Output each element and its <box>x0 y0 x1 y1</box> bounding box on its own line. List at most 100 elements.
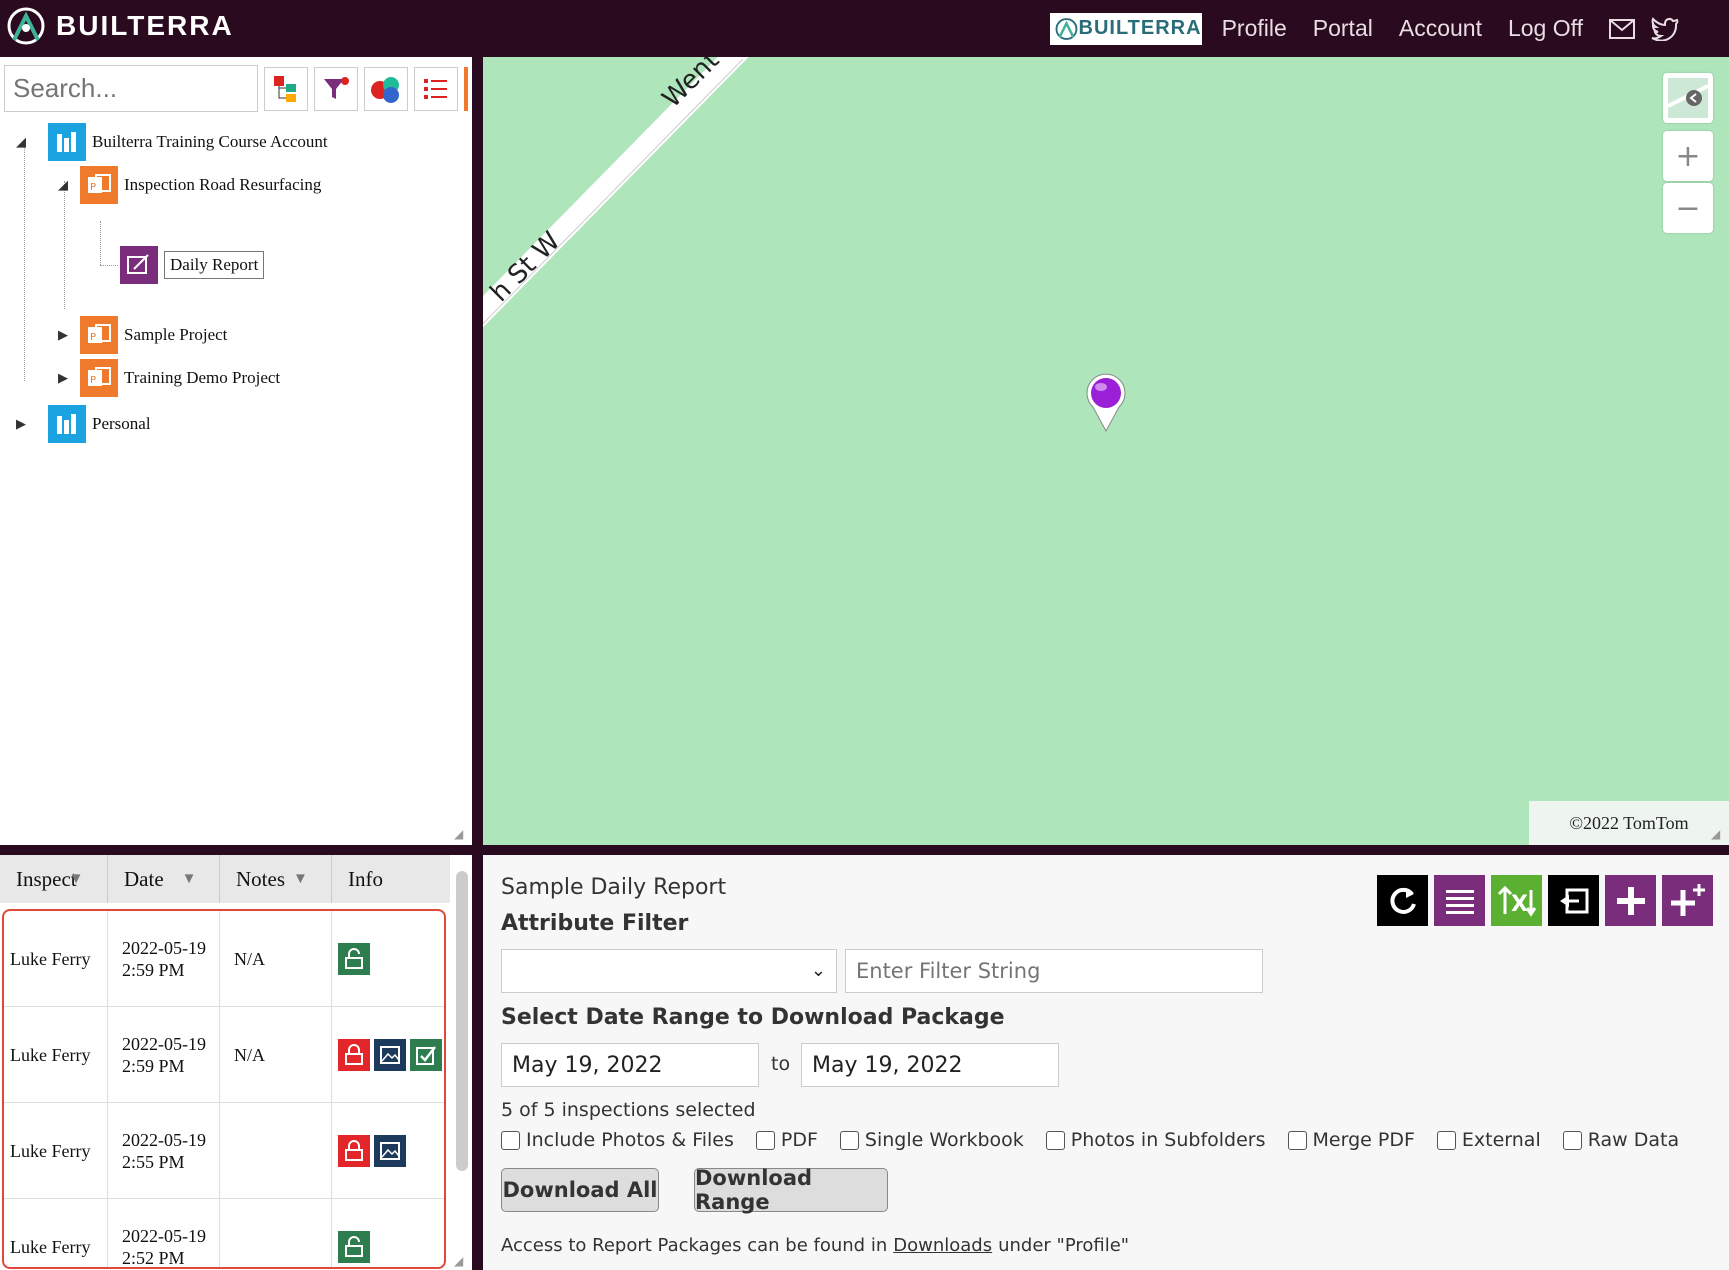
option-raw-data[interactable]: Raw Data <box>1562 1129 1680 1151</box>
add-multiple-button[interactable] <box>1662 875 1713 926</box>
map-attribution: ©2022 TomTom <box>1529 801 1729 845</box>
filter-icon[interactable]: ▼ <box>182 871 197 888</box>
expand-toggle[interactable]: ▶ <box>16 417 26 432</box>
list-button[interactable] <box>1434 875 1485 926</box>
cell-inspector: Luke Ferry <box>4 1199 108 1267</box>
tree-item-sample-project[interactable]: P Sample Project <box>80 316 227 354</box>
mini-logo[interactable]: BUILTERRA <box>1049 12 1202 45</box>
checkbox[interactable] <box>1045 1130 1065 1150</box>
column-header-inspector[interactable]: Inspect ▼ <box>0 855 108 903</box>
project-tree-panel: ◢ Builterra Training Course Account ◢ P … <box>0 57 472 845</box>
column-header-date[interactable]: Date ▼ <box>108 855 220 903</box>
search-input[interactable] <box>4 65 258 112</box>
tree-item-training-demo-project[interactable]: P Training Demo Project <box>80 359 280 397</box>
option-include-photos[interactable]: Include Photos & Files <box>501 1129 734 1151</box>
checkbox[interactable] <box>501 1130 520 1150</box>
photo-icon[interactable] <box>374 1134 406 1167</box>
tree-item-label: Inspection Road Resurfacing <box>124 175 322 194</box>
checkbox[interactable] <box>1562 1130 1582 1150</box>
zoom-in-button[interactable]: + <box>1663 131 1713 181</box>
resize-handle-icon[interactable]: ◢ <box>454 827 466 841</box>
date-from-input[interactable]: May 19, 2022 <box>501 1043 759 1087</box>
column-header-notes[interactable]: Notes ▼ <box>220 855 332 903</box>
checkbox[interactable] <box>839 1130 859 1150</box>
unlock-icon[interactable] <box>338 1230 370 1263</box>
nav-portal[interactable]: Portal <box>1313 15 1373 42</box>
filter-button[interactable] <box>314 66 358 111</box>
photo-icon[interactable] <box>374 1038 406 1071</box>
return-icon <box>1559 888 1588 913</box>
tree-item-label: Training Demo Project <box>124 368 281 387</box>
nav-log-off[interactable]: Log Off <box>1508 15 1583 42</box>
map-view[interactable]: Went h St W + − ©2022 TomTom ◢ <box>483 57 1729 845</box>
back-button[interactable] <box>1548 875 1599 926</box>
filter-string-input[interactable] <box>845 949 1263 993</box>
report-download-panel: Sample Daily Report Attribute Filter ⌄ S… <box>483 855 1729 1270</box>
tree-item-inspection-road-resurfacing[interactable]: P Inspection Road Resurfacing <box>80 166 321 204</box>
option-photos-in-subfolders[interactable]: Photos in Subfolders <box>1045 1129 1266 1151</box>
cell-notes <box>220 1199 332 1267</box>
option-single-workbook[interactable]: Single Workbook <box>839 1129 1024 1151</box>
option-external[interactable]: External <box>1436 1129 1541 1151</box>
table-row[interactable]: Luke Ferry 2022-05-19 2:59 PM N/A <box>4 911 444 1007</box>
cell-inspector: Luke Ferry <box>4 911 108 1006</box>
checkbox[interactable] <box>1287 1130 1307 1150</box>
collapse-toggle[interactable]: ◢ <box>16 135 26 150</box>
checklist-icon[interactable] <box>410 1038 442 1071</box>
resize-handle-icon[interactable]: ◢ <box>454 1254 466 1268</box>
checkbox[interactable] <box>1436 1130 1456 1150</box>
multi-plus-icon <box>1670 883 1705 916</box>
checkbox[interactable] <box>755 1130 775 1150</box>
lock-icon[interactable] <box>338 1038 370 1071</box>
tree-item-daily-report[interactable]: Daily Report <box>120 246 265 284</box>
list-icon <box>1445 889 1474 914</box>
twitter-icon[interactable] <box>1651 16 1679 41</box>
cell-date: 2022-05-19 2:52 PM <box>108 1199 220 1267</box>
cell-inspector: Luke Ferry <box>4 1007 108 1102</box>
svg-text:X: X <box>1511 892 1528 917</box>
map-marker-icon[interactable] <box>1085 373 1127 433</box>
table-row[interactable]: Luke Ferry 2022-05-19 2:55 PM <box>4 1103 444 1199</box>
download-all-button[interactable]: Download All <box>501 1168 659 1212</box>
mail-icon[interactable] <box>1609 18 1635 39</box>
table-row[interactable]: Luke Ferry 2022-05-19 2:59 PM N/A <box>4 1007 444 1103</box>
option-label: Raw Data <box>1587 1129 1680 1151</box>
expand-toggle[interactable]: ▶ <box>58 371 68 386</box>
minus-icon: − <box>1675 190 1701 226</box>
grid-header: Inspect ▼ Date ▼ Notes ▼ Info <box>0 855 450 903</box>
hierarchy-button[interactable] <box>264 66 308 111</box>
downloads-link[interactable]: Downloads <box>893 1235 992 1256</box>
nav-account[interactable]: Account <box>1399 15 1482 42</box>
access-note-prefix: Access to Report Packages can be found i… <box>501 1235 888 1256</box>
attribute-select[interactable]: ⌄ <box>501 949 837 993</box>
nav-profile[interactable]: Profile <box>1222 15 1287 42</box>
layers-button[interactable] <box>364 66 408 111</box>
tree-line <box>64 181 65 309</box>
tree-item-training-account[interactable]: Builterra Training Course Account <box>48 123 328 161</box>
option-pdf[interactable]: PDF <box>755 1129 818 1151</box>
zoom-out-button[interactable]: − <box>1663 183 1713 233</box>
expand-toggle[interactable]: ▶ <box>58 328 68 343</box>
option-label: Single Workbook <box>864 1129 1024 1151</box>
resize-handle-icon[interactable]: ◢ <box>1711 827 1723 841</box>
filter-icon[interactable]: ▼ <box>69 871 84 888</box>
brand-name: BUILTERRA <box>56 10 234 41</box>
lock-icon[interactable] <box>338 1134 370 1167</box>
collapse-toggle[interactable]: ◢ <box>58 178 68 193</box>
unlock-icon[interactable] <box>338 942 370 975</box>
download-range-button[interactable]: Download Range <box>694 1166 888 1214</box>
excel-export-button[interactable]: X <box>1491 875 1542 926</box>
svg-text:P: P <box>90 332 96 343</box>
attribute-filter-heading: Attribute Filter <box>501 911 689 936</box>
refresh-button[interactable] <box>1377 875 1428 926</box>
tree-item-personal[interactable]: Personal <box>48 405 151 443</box>
map-style-button[interactable] <box>1663 73 1713 123</box>
date-to-input[interactable]: May 19, 2022 <box>801 1043 1059 1087</box>
filter-icon[interactable]: ▼ <box>293 871 308 888</box>
grid-scrollbar[interactable] <box>456 871 468 1171</box>
list-view-button[interactable] <box>414 66 458 111</box>
table-row[interactable]: Luke Ferry 2022-05-19 2:52 PM <box>4 1199 444 1267</box>
add-button[interactable] <box>1605 875 1656 926</box>
brand[interactable]: BUILTERRA <box>6 6 234 46</box>
option-merge-pdf[interactable]: Merge PDF <box>1287 1129 1415 1151</box>
